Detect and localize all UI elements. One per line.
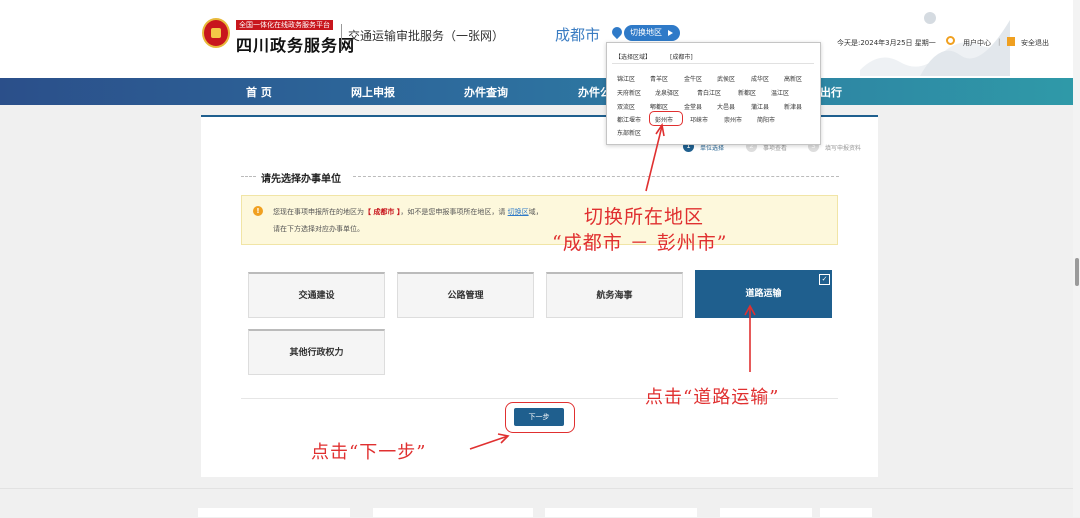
- annotation-arrows: [469, 122, 756, 450]
- annotation-chengdu-pengzhou: “成都市 － 彭州市”: [552, 232, 728, 254]
- scrollbar-thumb[interactable]: [1075, 258, 1079, 286]
- footer-card: [198, 508, 350, 517]
- footer-card: [373, 508, 533, 517]
- footer-card: [820, 508, 872, 517]
- footer-card: [545, 508, 697, 517]
- footer-card: [720, 508, 812, 517]
- annotation-click-road-transport: 点击“道路运输”: [645, 387, 780, 408]
- page-footer: [0, 488, 1080, 518]
- annotation-click-next: 点击“下一步”: [311, 442, 427, 463]
- annotation-switch-region: 切换所在地区: [584, 206, 705, 228]
